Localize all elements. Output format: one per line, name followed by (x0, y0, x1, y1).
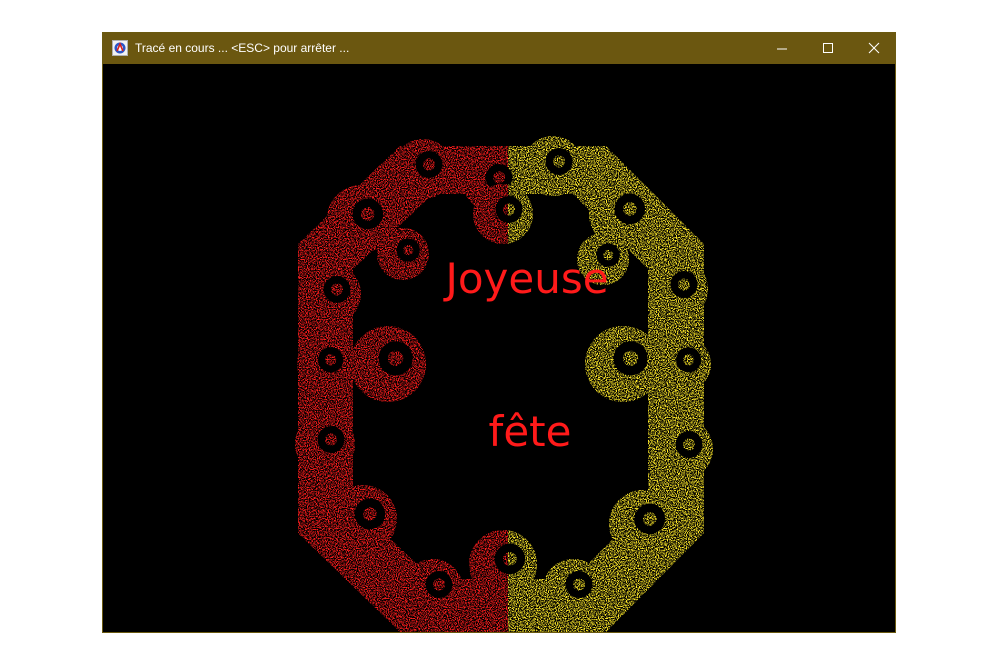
title-bar[interactable]: Tracé en cours ... <ESC> pour arrêter ..… (103, 33, 895, 64)
maximize-button[interactable] (805, 33, 851, 64)
fractal-core (683, 438, 695, 451)
fractal-core (325, 354, 337, 366)
maximize-icon (823, 43, 833, 53)
fractal-core (678, 278, 690, 291)
drawing-canvas[interactable]: Joyeuse fête (103, 64, 895, 632)
fractal-core (388, 350, 404, 366)
window-title: Tracé en cours ... <ESC> pour arrêter ..… (135, 41, 350, 55)
fractal-core (493, 171, 505, 184)
close-button[interactable] (851, 33, 897, 64)
fractal-core (423, 158, 435, 171)
fractal-core (553, 155, 565, 168)
fractal-core (325, 433, 337, 446)
fractal-core (433, 578, 445, 591)
close-icon (868, 42, 880, 54)
fractal-core (623, 202, 637, 216)
minimize-button[interactable] (759, 33, 805, 64)
minimize-icon (777, 48, 787, 50)
fractal-core (331, 283, 343, 296)
greeting-line-2: fête (488, 407, 572, 456)
fractal-core (623, 350, 639, 366)
fractal-core (643, 512, 657, 526)
fractal-drawing (295, 136, 713, 632)
app-window: Tracé en cours ... <ESC> pour arrêter ..… (103, 33, 895, 632)
fractal-core (683, 354, 695, 366)
fractal-core (573, 578, 585, 591)
app-icon[interactable] (112, 40, 128, 56)
fractal-core (403, 244, 414, 256)
fractal-core (363, 507, 377, 521)
greeting-line-1: Joyeuse (445, 254, 609, 303)
fractal-core (361, 207, 375, 221)
